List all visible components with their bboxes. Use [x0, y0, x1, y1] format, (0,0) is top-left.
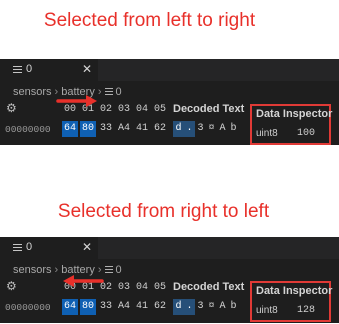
hex-editor-panel: 0 ✕ sensors › battery › 0 ⚙ 00 01 02 03 04 05 Dec…	[0, 237, 339, 323]
gear-icon[interactable]: ⚙	[6, 280, 17, 292]
text-cell[interactable]: A	[217, 299, 228, 315]
close-icon[interactable]: ✕	[82, 62, 92, 76]
breadcrumb-item-file[interactable]: 0	[116, 86, 122, 98]
data-inspector: Data Inspector uint8 100	[250, 104, 333, 145]
inspector-type-label: uint8	[256, 128, 278, 139]
tab-bar: 0 ✕	[0, 59, 339, 81]
column-header: 05	[154, 282, 167, 293]
file-lines-icon	[13, 66, 22, 74]
text-cell[interactable]: ¤	[206, 299, 217, 315]
column-header: 03	[118, 282, 131, 293]
column-header: 02	[100, 104, 113, 115]
data-inspector: Data Inspector uint8 128	[250, 281, 333, 322]
column-header: 05	[154, 104, 167, 115]
editor-tab[interactable]: 0 ✕	[0, 59, 98, 81]
byte-cell[interactable]: A4	[116, 121, 132, 137]
caption-right-to-left: Selected from right to left	[57, 201, 270, 222]
arrow-left-icon	[63, 275, 104, 287]
tab-label: 0	[26, 63, 33, 75]
column-header: 04	[136, 104, 149, 115]
text-cell[interactable]: 3	[195, 299, 206, 315]
text-cell[interactable]: A	[217, 121, 228, 137]
byte-cell[interactable]: 41	[134, 299, 150, 315]
byte-cell[interactable]: 41	[134, 121, 150, 137]
caption-left-to-right: Selected from left to right	[43, 10, 256, 31]
text-cell[interactable]: b	[228, 121, 239, 137]
gear-icon[interactable]: ⚙	[6, 102, 17, 114]
byte-cell[interactable]: 80	[80, 121, 96, 137]
arrow-right-icon	[56, 95, 97, 107]
breadcrumb-item-sensors[interactable]: sensors	[13, 264, 52, 276]
decoded-text-header: Decoded Text	[173, 103, 245, 115]
text-cell[interactable]: .	[184, 121, 195, 137]
file-lines-icon	[104, 266, 113, 274]
editor-tab[interactable]: 0 ✕	[0, 237, 98, 259]
text-cell[interactable]: .	[184, 299, 195, 315]
decoded-text-header: Decoded Text	[173, 281, 245, 293]
close-icon[interactable]: ✕	[82, 240, 92, 254]
chevron-right-icon: ›	[97, 86, 102, 98]
tab-bar: 0 ✕	[0, 237, 339, 259]
inspector-value: 128	[297, 305, 316, 316]
decoded-text-row: d. 3 ¤ Ab	[173, 121, 239, 137]
byte-cell[interactable]: 33	[98, 121, 114, 137]
column-header: 04	[136, 282, 149, 293]
tab-label: 0	[26, 241, 33, 253]
inspector-value: 100	[297, 128, 316, 139]
column-header: 03	[118, 104, 131, 115]
byte-cell[interactable]: 64	[62, 121, 78, 137]
breadcrumb-item-sensors[interactable]: sensors	[13, 86, 52, 98]
byte-row: 64 80 33 A4 41 62	[62, 299, 170, 315]
byte-cell[interactable]: 33	[98, 299, 114, 315]
hex-editor-panel: 0 ✕ sensors › battery › 0 ⚙ 00 01 02 03 04 05 Dec…	[0, 59, 339, 145]
row-offset: 00000000	[5, 124, 51, 135]
byte-cell[interactable]: 64	[62, 299, 78, 315]
chevron-right-icon: ›	[54, 264, 59, 276]
byte-cell[interactable]: 80	[80, 299, 96, 315]
text-cell[interactable]: b	[228, 299, 239, 315]
data-inspector-title: Data Inspector	[256, 108, 333, 120]
text-cell[interactable]: d	[173, 299, 184, 315]
decoded-text-row: d. 3 ¤ Ab	[173, 299, 239, 315]
byte-row: 64 80 33 A4 41 62	[62, 121, 170, 137]
data-inspector-title: Data Inspector	[256, 285, 333, 297]
byte-cell[interactable]: 62	[152, 121, 168, 137]
file-lines-icon	[104, 88, 113, 96]
inspector-type-label: uint8	[256, 305, 278, 316]
byte-cell[interactable]: A4	[116, 299, 132, 315]
text-cell[interactable]: ¤	[206, 121, 217, 137]
byte-cell[interactable]: 62	[152, 299, 168, 315]
breadcrumb-item-file[interactable]: 0	[116, 264, 122, 276]
file-lines-icon	[13, 244, 22, 252]
text-cell[interactable]: 3	[195, 121, 206, 137]
text-cell[interactable]: d	[173, 121, 184, 137]
row-offset: 00000000	[5, 302, 51, 313]
